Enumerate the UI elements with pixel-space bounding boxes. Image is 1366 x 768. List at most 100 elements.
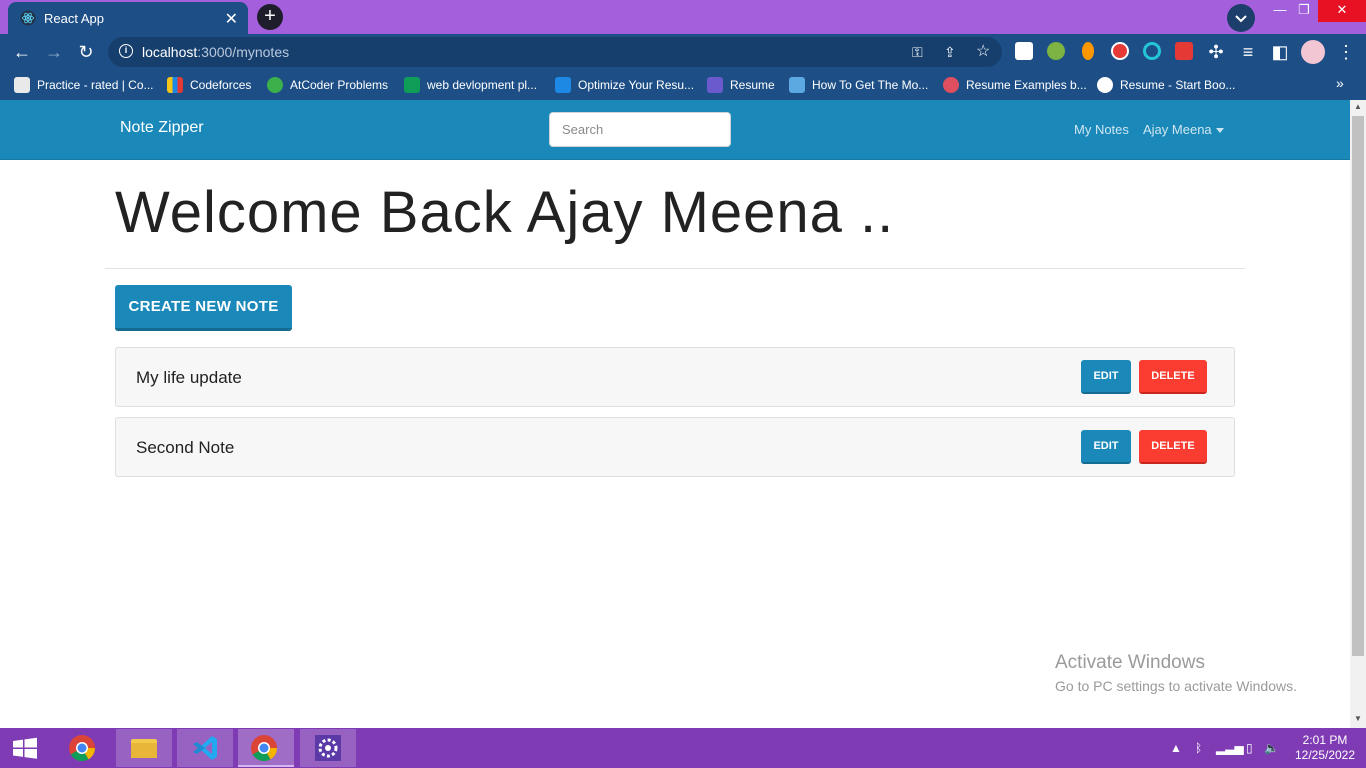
url-path: :3000/mynotes: [197, 44, 290, 60]
extension-ring-icon[interactable]: [1143, 42, 1161, 60]
address-bar[interactable]: i localhost:3000/mynotes ⚿ ⇪ ☆: [108, 37, 1002, 67]
edit-button[interactable]: EDIT: [1081, 360, 1131, 394]
page-scrollbar[interactable]: ▲ ▼: [1350, 100, 1366, 728]
browser-tab[interactable]: React App ✕: [8, 2, 248, 34]
back-icon[interactable]: ←: [10, 40, 34, 64]
layers-icon: [789, 77, 805, 93]
chrome-icon: [69, 735, 96, 762]
more-bookmarks-icon[interactable]: »: [1336, 75, 1344, 91]
settings-taskbar-icon[interactable]: [300, 729, 356, 767]
share-icon[interactable]: ⇪: [944, 37, 956, 67]
profile-avatar[interactable]: [1301, 40, 1325, 64]
app-navbar: Note Zipper My Notes Ajay Meena: [0, 100, 1350, 160]
bookmark[interactable]: Resume Examples b...: [943, 77, 1087, 93]
create-note-button[interactable]: CREATE NEW NOTE: [115, 285, 292, 331]
puzzle-icon[interactable]: ✣: [1204, 40, 1228, 64]
divider: [105, 268, 1245, 269]
windows-logo-icon: [13, 737, 37, 759]
nav-my-notes[interactable]: My Notes: [1074, 122, 1129, 137]
chrome-active-taskbar-icon[interactable]: [238, 729, 294, 767]
delete-button[interactable]: DELETE: [1139, 430, 1207, 464]
browser-toolbar: ← → ↻ i localhost:3000/mynotes ⚿ ⇪ ☆ ✣ ≡…: [0, 34, 1366, 70]
extension-icon[interactable]: [1015, 42, 1033, 60]
caret-down-icon: [1215, 128, 1224, 134]
url-host: localhost: [142, 44, 198, 60]
bookmark[interactable]: Optimize Your Resu...: [555, 77, 694, 93]
note-title[interactable]: My life update: [136, 368, 242, 388]
bookmark[interactable]: Codeforces: [167, 77, 251, 93]
sheets-icon: [404, 77, 420, 93]
vscode-taskbar-icon[interactable]: [177, 729, 233, 767]
block-icon[interactable]: [1111, 42, 1129, 60]
bookmark[interactable]: Resume - Start Boo...: [1097, 77, 1235, 93]
extension-red-icon[interactable]: [1175, 42, 1193, 60]
scroll-down-icon[interactable]: ▼: [1350, 712, 1366, 726]
chrome-taskbar-icon[interactable]: [54, 729, 110, 767]
user-dropdown[interactable]: Ajay Meena: [1143, 122, 1224, 137]
restore-icon[interactable]: ❐: [1292, 0, 1316, 22]
tie-icon: [555, 77, 571, 93]
delete-button[interactable]: DELETE: [1139, 360, 1207, 394]
site-info-icon[interactable]: i: [119, 44, 133, 58]
extension-drop-icon[interactable]: [1082, 42, 1094, 60]
key-icon[interactable]: ⚿: [912, 37, 923, 67]
media-list-icon[interactable]: ≡: [1236, 40, 1260, 64]
browser-tab-strip: React App ✕ + — ❐ ✕: [0, 0, 1366, 34]
tab-search-button[interactable]: [1227, 4, 1255, 32]
volume-icon[interactable]: 🔈: [1264, 741, 1279, 755]
chevron-down-icon: [1235, 15, 1247, 23]
minimize-icon[interactable]: —: [1268, 0, 1292, 22]
system-clock[interactable]: 2:01 PM 12/25/2022: [1290, 733, 1360, 763]
bluetooth-icon[interactable]: ᛒ: [1195, 741, 1202, 755]
show-hidden-icons[interactable]: ▲: [1170, 741, 1182, 755]
activate-windows-watermark: Activate Windows Go to PC settings to ac…: [1055, 652, 1297, 694]
windows-taskbar: ▲ ᛒ ▂▃▅ ▯ 🔈 2:01 PM 12/25/2022: [0, 728, 1366, 768]
brand-link[interactable]: Note Zipper: [120, 119, 204, 137]
note-card[interactable]: My life update EDIT DELETE: [115, 347, 1235, 407]
file-explorer-taskbar-icon[interactable]: [116, 729, 172, 767]
menu-icon[interactable]: ⋮: [1334, 40, 1358, 64]
note-card[interactable]: Second Note EDIT DELETE: [115, 417, 1235, 477]
close-tab-icon[interactable]: ✕: [225, 9, 238, 29]
vscode-icon: [193, 736, 217, 760]
bookmark[interactable]: web devlopment pl...: [404, 77, 537, 93]
scroll-thumb[interactable]: [1352, 116, 1364, 656]
watermark-title: Activate Windows: [1055, 652, 1205, 673]
forward-icon[interactable]: →: [42, 40, 66, 64]
battery-icon[interactable]: ▯: [1246, 741, 1253, 755]
codeforces-icon: [167, 77, 183, 93]
globe-icon: [1097, 77, 1113, 93]
page-title: Welcome Back Ajay Meena ..: [115, 180, 895, 245]
new-tab-button[interactable]: +: [257, 4, 283, 30]
swirl-icon: [943, 77, 959, 93]
atcoder-icon: [267, 77, 283, 93]
close-window-icon[interactable]: ✕: [1318, 0, 1366, 22]
reload-icon[interactable]: ↻: [74, 40, 98, 64]
star-icon[interactable]: ☆: [976, 37, 990, 67]
bookmark[interactable]: Resume: [707, 77, 775, 93]
tab-title: React App: [44, 10, 104, 26]
bookmark[interactable]: AtCoder Problems: [267, 77, 388, 93]
scroll-up-icon[interactable]: ▲: [1350, 100, 1366, 114]
page-viewport: Note Zipper My Notes Ajay Meena Welcome …: [0, 100, 1350, 728]
search-input[interactable]: [549, 112, 731, 147]
bookmarks-bar: Practice - rated | Co... Codeforces AtCo…: [0, 70, 1366, 100]
bookmark[interactable]: Practice - rated | Co...: [14, 77, 154, 93]
edit-button[interactable]: EDIT: [1081, 430, 1131, 464]
bookmark[interactable]: How To Get The Mo...: [789, 77, 928, 93]
cc-icon: [14, 77, 30, 93]
side-panel-icon[interactable]: ◧: [1268, 40, 1292, 64]
folder-icon: [131, 739, 157, 758]
start-button[interactable]: [0, 729, 50, 767]
code-icon: [707, 77, 723, 93]
watermark-subtitle: Go to PC settings to activate Windows.: [1055, 678, 1297, 694]
gear-icon: [315, 735, 341, 761]
note-title[interactable]: Second Note: [136, 438, 234, 458]
user-name: Ajay Meena: [1143, 122, 1212, 137]
clock-time: 2:01 PM: [1302, 733, 1348, 747]
network-icon[interactable]: ▂▃▅: [1216, 741, 1244, 755]
extension-plus-icon[interactable]: [1047, 42, 1065, 60]
clock-date: 12/25/2022: [1294, 748, 1356, 762]
react-icon: [20, 10, 36, 26]
chrome-icon: [251, 735, 278, 762]
